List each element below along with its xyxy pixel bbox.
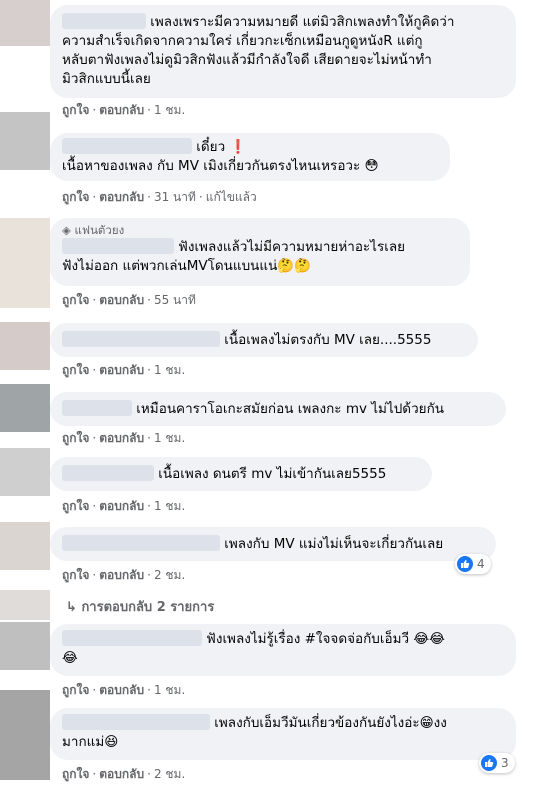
comment-actions: ถูกใจ · ตอบกลับ · 55 นาที [62, 293, 196, 307]
comment-text: ความสำเร็จเกิดจากความใคร่ เกี่ยวกะเซ็กเห… [62, 33, 423, 49]
like-link[interactable]: ถูกใจ [62, 499, 89, 513]
like-link[interactable]: ถูกใจ [62, 190, 89, 204]
like-link[interactable]: ถูกใจ [62, 568, 89, 582]
avatar[interactable] [0, 590, 50, 620]
thumbs-up-icon [457, 556, 473, 572]
timestamp[interactable]: 1 ชม. [154, 363, 185, 377]
comment-text: เหมือนคาราโอเกะสมัยก่อน เพลงกะ mv ไม่ไปด… [136, 401, 444, 417]
comment-actions: ถูกใจ · ตอบกลับ · 2 ชม. [62, 767, 186, 781]
avatar[interactable] [0, 690, 50, 780]
comment-bubble: เพลงกับ MV แม่งไม่เห็นจะเกี่ยวกันเลย [50, 527, 496, 561]
comment-actions: ถูกใจ · ตอบกลับ · 31 นาที · แก้ไขแล้ว [62, 190, 257, 204]
thumbs-up-icon [481, 755, 497, 771]
timestamp[interactable]: 1 ชม. [154, 103, 185, 117]
comment-bubble: เดี๋ยว ❗ เนื้อหาของเพลง กับ MV เมิงเกี่ย… [50, 133, 450, 181]
avatar[interactable] [0, 322, 50, 370]
commenter-name[interactable] [62, 331, 220, 347]
comment-text: มิวสิกแบบนี้เลย [62, 71, 151, 87]
comment-bubble: ฟังเพลงไม่รู้เรื่อง #ใจจดจ่อกับเอ็มวี 😂😂… [50, 624, 516, 676]
reply-link[interactable]: ตอบกลับ [99, 431, 144, 445]
commenter-name[interactable] [62, 400, 132, 416]
comment-text: เพลงกับ MV แม่งไม่เห็นจะเกี่ยวกันเลย [224, 536, 444, 552]
reaction-count[interactable]: 3 [479, 753, 515, 773]
reply-arrow-icon: ↳ [66, 600, 77, 615]
commenter-name[interactable] [62, 13, 146, 29]
reply-link[interactable]: ตอบกลับ [99, 568, 144, 582]
comment-bubble: เพลงเพราะมีความหมายดี แต่มิวสิกเพลงทำให้… [50, 5, 516, 98]
timestamp[interactable]: 2 ชม. [154, 767, 185, 781]
avatar[interactable] [0, 218, 50, 308]
comment-text: ฟังเพลงไม่รู้เรื่อง #ใจจดจ่อกับเอ็มวี 😂😂 [206, 631, 445, 647]
avatar[interactable] [0, 448, 50, 496]
timestamp[interactable]: 1 ชม. [154, 683, 185, 697]
commenter-name[interactable] [62, 238, 174, 254]
avatar[interactable] [0, 522, 50, 570]
reply-link[interactable]: ตอบกลับ [99, 767, 144, 781]
like-link[interactable]: ถูกใจ [62, 767, 89, 781]
reply-link[interactable]: ตอบกลับ [99, 363, 144, 377]
avatar[interactable] [0, 384, 50, 432]
like-link[interactable]: ถูกใจ [62, 103, 89, 117]
edited-label[interactable]: แก้ไขแล้ว [206, 190, 257, 204]
avatar[interactable] [0, 0, 50, 46]
comment-text: ฟังไม่ออก แต่พวกเล่นMVโดนแบนแน่🤔🤔 [62, 258, 311, 274]
like-link[interactable]: ถูกใจ [62, 683, 89, 697]
like-link[interactable]: ถูกใจ [62, 431, 89, 445]
comment-bubble: ◈ แฟนตัวยง ฟังเพลงแล้วไม่มีความหมายห่าอะ… [50, 218, 470, 286]
comment-text: เพลงเพราะมีความหมายดี แต่มิวสิกเพลงทำให้… [150, 14, 455, 30]
diamond-icon: ◈ [62, 223, 71, 237]
comment-text: เนื้อเพลง ดนตรี mv ไม่เข้ากันเลย5555 [158, 466, 387, 482]
reply-link[interactable]: ตอบกลับ [99, 103, 144, 117]
commenter-name[interactable] [62, 630, 202, 646]
timestamp[interactable]: 2 ชม. [154, 568, 185, 582]
commenter-name[interactable] [62, 465, 154, 481]
comment-bubble: เหมือนคาราโอเกะสมัยก่อน เพลงกะ mv ไม่ไปด… [50, 392, 506, 426]
comment-bubble: เนื้อเพลงไม่ตรงกับ MV เลย....5555 [50, 323, 478, 357]
comment-text: เดี๋ยว ❗ [196, 139, 247, 155]
like-link[interactable]: ถูกใจ [62, 293, 89, 307]
comment-actions: ถูกใจ · ตอบกลับ · 1 ชม. [62, 683, 186, 697]
commenter-name[interactable] [62, 138, 192, 154]
timestamp[interactable]: 31 นาที [154, 190, 196, 204]
reply-link[interactable]: ตอบกลับ [99, 293, 144, 307]
comment-text: 😂 [62, 650, 78, 666]
reply-link[interactable]: ตอบกลับ [99, 683, 144, 697]
commenter-name[interactable] [62, 714, 210, 730]
comment-actions: ถูกใจ · ตอบกลับ · 1 ชม. [62, 103, 186, 117]
comment-actions: ถูกใจ · ตอบกลับ · 1 ชม. [62, 499, 186, 513]
avatar[interactable] [0, 112, 50, 170]
comment-actions: ถูกใจ · ตอบกลับ · 1 ชม. [62, 363, 186, 377]
comment-actions: ถูกใจ · ตอบกลับ · 1 ชม. [62, 431, 186, 445]
timestamp[interactable]: 55 นาที [154, 293, 196, 307]
reply-link[interactable]: ตอบกลับ [99, 190, 144, 204]
comment-text: เนื้อเพลงไม่ตรงกับ MV เลย....5555 [224, 332, 432, 348]
reaction-count[interactable]: 4 [455, 554, 491, 574]
comment-actions: ถูกใจ · ตอบกลับ · 2 ชม. [62, 568, 186, 582]
comment-text: เนื้อหาของเพลง กับ MV เมิงเกี่ยวกันตรงไห… [62, 158, 379, 174]
top-fan-badge: ◈ แฟนตัวยง [62, 223, 125, 237]
timestamp[interactable]: 1 ชม. [154, 431, 185, 445]
comment-text: ฟังเพลงแล้วไม่มีความหมายห่าอะไรเลย [178, 239, 406, 255]
like-link[interactable]: ถูกใจ [62, 363, 89, 377]
reply-link[interactable]: ตอบกลับ [99, 499, 144, 513]
comment-text: มากแม่😆 [62, 734, 119, 750]
timestamp[interactable]: 1 ชม. [154, 499, 185, 513]
comment-text: หลับตาฟังเพลงไม่ดูมิวสิกฟังแล้วมีกำลังใจ… [62, 52, 432, 68]
view-replies-link[interactable]: ↳ การตอบกลับ 2 รายการ [66, 596, 214, 617]
commenter-name[interactable] [62, 535, 220, 551]
avatar[interactable] [0, 622, 50, 670]
comment-bubble: เพลงกับเอ็มวีมันเกี่ยวข้องกันยังไงอ่ะ😁งง… [50, 708, 516, 760]
comment-bubble: เนื้อเพลง ดนตรี mv ไม่เข้ากันเลย5555 [50, 457, 432, 491]
comment-text: เพลงกับเอ็มวีมันเกี่ยวข้องกันยังไงอ่ะ😁งง [214, 715, 447, 731]
